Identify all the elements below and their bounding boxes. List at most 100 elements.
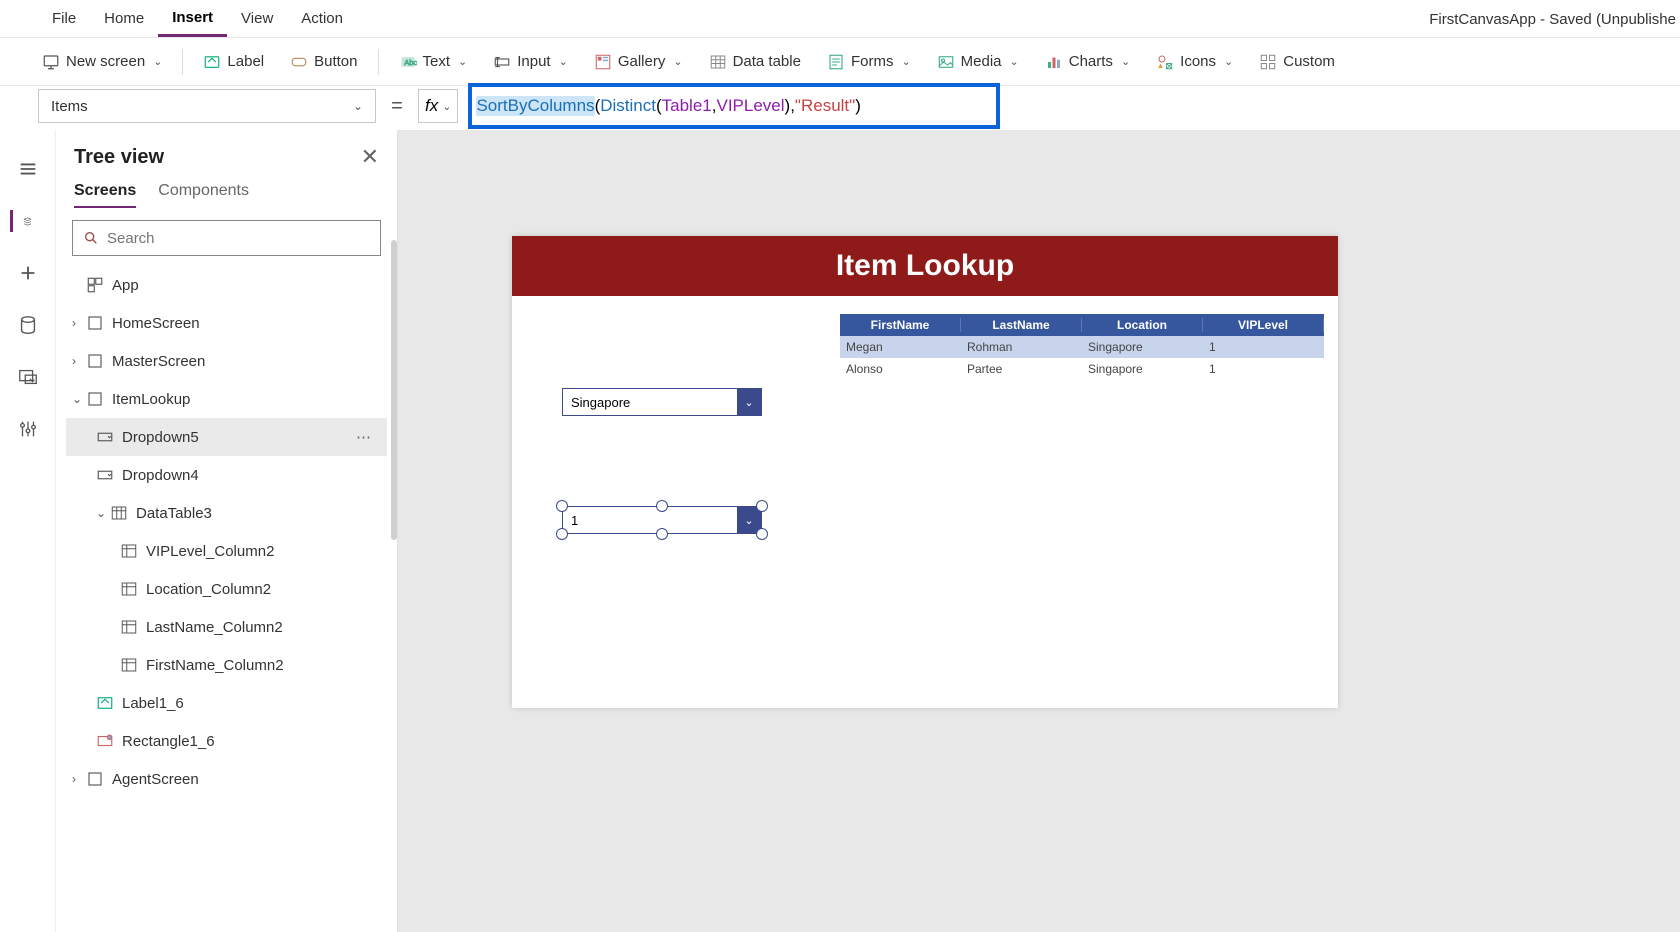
column-icon xyxy=(120,656,140,674)
tree-item-col-lastname[interactable]: LastName_Column2 xyxy=(66,608,387,646)
search-input[interactable] xyxy=(72,220,381,256)
chevron-down-icon: ⌄ xyxy=(1121,55,1130,68)
add-icon[interactable] xyxy=(17,262,39,284)
fx-icon: fx xyxy=(425,96,438,116)
gallery-button[interactable]: Gallery⌄ xyxy=(584,47,693,77)
hamburger-icon[interactable] xyxy=(17,158,39,180)
label-text: Label xyxy=(227,53,264,70)
chevron-down-icon[interactable]: ⌄ xyxy=(737,389,761,415)
tab-components[interactable]: Components xyxy=(158,182,249,208)
table-row[interactable]: Alonso Partee Singapore 1 xyxy=(840,358,1324,380)
tree-item-dropdown5[interactable]: Dropdown5⋯ xyxy=(66,418,387,456)
menu-view[interactable]: View xyxy=(227,2,287,35)
tree-item-agentscreen[interactable]: ›AgentScreen xyxy=(66,760,387,798)
close-icon[interactable]: ✕ xyxy=(361,144,379,170)
dropdown5-control[interactable]: 1 ⌄ xyxy=(562,506,762,534)
dropdown4-control[interactable]: Singapore ⌄ xyxy=(562,388,762,416)
menu-insert[interactable]: Insert xyxy=(158,1,227,37)
menu-file[interactable]: File xyxy=(38,2,90,35)
screen-icon xyxy=(86,314,106,332)
col-header-viplevel[interactable]: VIPLevel xyxy=(1203,318,1324,332)
menu-action[interactable]: Action xyxy=(287,2,357,35)
media-button[interactable]: Media ⌄ xyxy=(927,47,1029,77)
chevron-right-icon: › xyxy=(72,772,86,786)
text-button[interactable]: Abc Text ⌄ xyxy=(389,47,478,77)
dropdown-value: Singapore xyxy=(571,395,630,410)
resize-handle[interactable] xyxy=(656,500,668,512)
screen-icon xyxy=(86,390,106,408)
data-table-button[interactable]: Data table xyxy=(699,47,811,77)
column-icon xyxy=(120,618,140,636)
chevron-down-icon: ⌄ xyxy=(1010,55,1019,68)
column-icon xyxy=(120,580,140,598)
forms-button[interactable]: Forms ⌄ xyxy=(817,47,921,77)
tree-item-col-vip[interactable]: VIPLevel_Column2 xyxy=(66,532,387,570)
datatable3-control[interactable]: FirstName LastName Location VIPLevel Meg… xyxy=(840,314,1324,380)
new-screen-button[interactable]: New screen⌄ xyxy=(32,47,172,77)
tree-item-homescreen[interactable]: ›HomeScreen xyxy=(66,304,387,342)
resize-handle[interactable] xyxy=(556,500,568,512)
dropdown-icon xyxy=(96,428,116,446)
custom-button[interactable]: Custom xyxy=(1249,47,1345,77)
formula-bar[interactable]: SortByColumns(Distinct(Table1, VIPLevel)… xyxy=(468,89,1680,123)
scrollbar[interactable] xyxy=(391,240,397,540)
more-icon[interactable]: ⋯ xyxy=(356,428,373,446)
icons-icon xyxy=(1156,53,1174,71)
resize-handle[interactable] xyxy=(756,528,768,540)
database-icon[interactable] xyxy=(17,314,39,336)
button-button[interactable]: Button xyxy=(280,47,367,77)
tools-icon[interactable] xyxy=(17,418,39,440)
data-table-label: Data table xyxy=(733,53,801,70)
tree-item-col-firstname[interactable]: FirstName_Column2 xyxy=(66,646,387,684)
charts-button[interactable]: Charts ⌄ xyxy=(1035,47,1140,77)
icons-button[interactable]: Icons⌄ xyxy=(1146,47,1243,77)
chevron-down-icon: ⌄ xyxy=(458,55,467,68)
tree-item-rectangle1[interactable]: Rectangle1_6 xyxy=(66,722,387,760)
tree-item-app[interactable]: App xyxy=(66,266,387,304)
ribbon-divider xyxy=(378,49,379,75)
property-selector[interactable]: Items ⌄ xyxy=(38,89,376,123)
resize-handle[interactable] xyxy=(556,528,568,540)
col-header-location[interactable]: Location xyxy=(1082,318,1203,332)
equals-sign: = xyxy=(386,95,408,118)
chevron-down-icon: ⌄ xyxy=(72,392,86,406)
col-header-firstname[interactable]: FirstName xyxy=(840,318,961,332)
forms-label: Forms xyxy=(851,53,894,70)
table-row[interactable]: Megan Rohman Singapore 1 xyxy=(840,336,1324,358)
tree-item-masterscreen[interactable]: ›MasterScreen xyxy=(66,342,387,380)
chevron-right-icon: › xyxy=(72,354,86,368)
label-button[interactable]: Label xyxy=(193,47,274,77)
col-header-lastname[interactable]: LastName xyxy=(961,318,1082,332)
tree-item-itemlookup[interactable]: ⌄ItemLookup xyxy=(66,380,387,418)
canvas-screen[interactable]: Item Lookup Singapore ⌄ 1 ⌄ xyxy=(512,236,1338,708)
resize-handle[interactable] xyxy=(656,528,668,540)
text-label: Text xyxy=(423,53,451,70)
tree-view-icon[interactable] xyxy=(10,210,32,232)
tree-item-col-location[interactable]: Location_Column2 xyxy=(66,570,387,608)
new-screen-label: New screen xyxy=(66,53,145,70)
text-icon: Abc xyxy=(399,53,417,71)
menu-home[interactable]: Home xyxy=(90,2,158,35)
table-icon xyxy=(709,53,727,71)
tree-item-dropdown4[interactable]: Dropdown4 xyxy=(66,456,387,494)
media-icon xyxy=(937,53,955,71)
input-button[interactable]: Input⌄ xyxy=(483,47,578,77)
search-field[interactable] xyxy=(107,230,370,247)
chevron-right-icon: › xyxy=(72,316,86,330)
app-title: FirstCanvasApp - Saved (Unpublishe xyxy=(1429,0,1680,38)
tree-item-label1[interactable]: Label1_6 xyxy=(66,684,387,722)
ribbon-divider xyxy=(182,49,183,75)
fx-button[interactable]: fx⌄ xyxy=(418,89,458,123)
rectangle-icon xyxy=(96,732,116,750)
tree-item-datatable3[interactable]: ⌄DataTable3 xyxy=(66,494,387,532)
media-icon[interactable] xyxy=(17,366,39,388)
resize-handle[interactable] xyxy=(756,500,768,512)
label-icon xyxy=(203,53,221,71)
chevron-down-icon: ⌄ xyxy=(901,55,910,68)
screen-header: Item Lookup xyxy=(512,236,1338,296)
tab-screens[interactable]: Screens xyxy=(74,182,136,208)
screen-icon xyxy=(42,53,60,71)
charts-label: Charts xyxy=(1069,53,1113,70)
button-icon xyxy=(290,53,308,71)
media-label: Media xyxy=(961,53,1002,70)
